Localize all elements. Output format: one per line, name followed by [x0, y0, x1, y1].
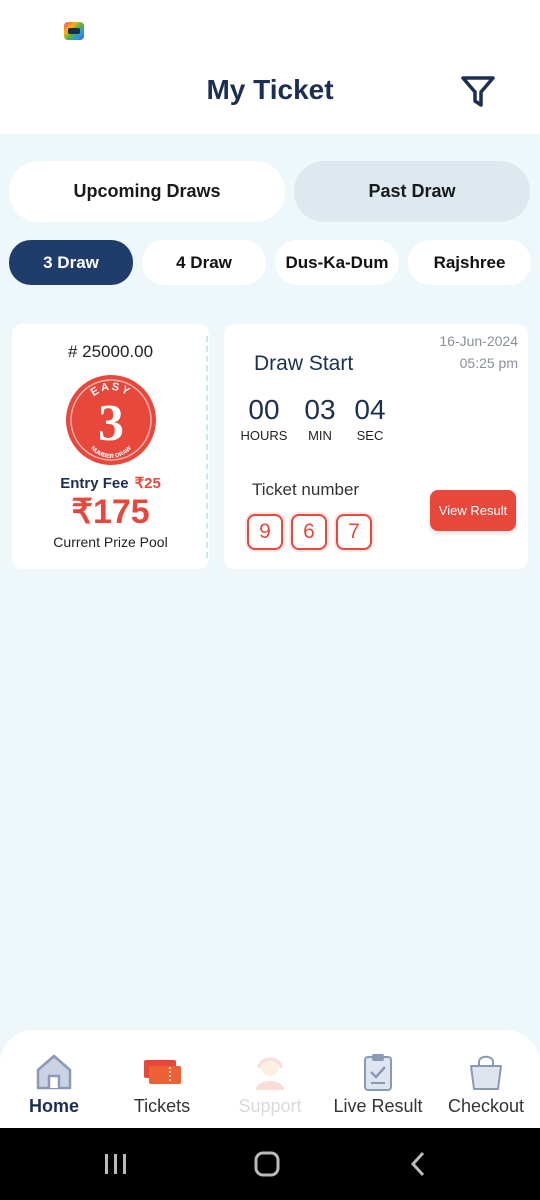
ticket-digit: 6 — [291, 514, 327, 550]
nav-label: Home — [28, 1096, 79, 1116]
nav-checkout[interactable]: Checkout — [432, 1030, 540, 1128]
app-notification-icon — [64, 22, 84, 40]
entry-fee: Entry Fee ₹25 — [12, 474, 209, 492]
nav-live-result[interactable]: Live Result — [324, 1030, 432, 1128]
status-bar — [0, 0, 540, 60]
home-system-button[interactable] — [247, 1148, 287, 1180]
nav-label: Live Result — [333, 1096, 423, 1116]
app-header: My Ticket — [0, 60, 540, 134]
timer-label: SEC — [356, 428, 384, 443]
home-icon — [36, 1054, 72, 1090]
tab-upcoming-draws[interactable]: Upcoming Draws — [9, 161, 285, 222]
ticket-stub: # 25000.00 EASY 3 NUMBER DRAW Entry Fee ₹… — [12, 324, 209, 569]
nav-home[interactable]: Home — [0, 1030, 108, 1128]
recent-apps-button[interactable] — [96, 1148, 136, 1180]
timer-label: HOURS — [240, 428, 288, 443]
view-result-button[interactable]: View Result — [430, 490, 516, 531]
prize-id: # 25000.00 — [67, 342, 154, 361]
easy-3-logo: EASY 3 NUMBER DRAW — [66, 375, 156, 465]
back-button[interactable] — [398, 1148, 438, 1180]
timer-seconds: 04 SEC — [340, 394, 400, 443]
nav-tickets[interactable]: Tickets — [108, 1030, 216, 1128]
chip-rajshree[interactable]: Rajshree — [408, 240, 531, 285]
logo-digit: 3 — [98, 395, 124, 452]
nav-support[interactable]: Support — [216, 1030, 324, 1128]
ticket-details: 16-Jun-2024 05:25 pm Draw Start 00 HOURS… — [224, 324, 528, 569]
ticket-digit: 9 — [247, 514, 283, 550]
nav-label: Support — [238, 1096, 302, 1116]
ticket-number-label: Ticket number — [252, 480, 360, 499]
chip-3-draw[interactable]: 3 Draw — [9, 240, 133, 285]
ticket-digit: 7 — [336, 514, 372, 550]
draw-time: 05:25 pm — [459, 355, 518, 371]
draw-start-label: Draw Start — [254, 352, 354, 375]
entry-fee-amount: ₹25 — [134, 475, 161, 492]
draw-datetime: 16-Jun-2024 05:25 pm — [439, 330, 518, 374]
ticket-perforation — [206, 336, 208, 558]
chip-dus-ka-dum[interactable]: Dus-Ka-Dum — [275, 240, 399, 285]
nav-label: Checkout — [447, 1096, 525, 1116]
nav-label: Tickets — [133, 1096, 191, 1116]
chip-4-draw[interactable]: 4 Draw — [142, 240, 266, 285]
timer-value: 04 — [354, 394, 386, 425]
tab-past-draw[interactable]: Past Draw — [294, 161, 530, 222]
draw-date: 16-Jun-2024 — [439, 333, 518, 349]
tickets-icon — [144, 1060, 181, 1084]
filter-icon — [461, 76, 495, 107]
recent-apps-icon — [105, 1154, 126, 1174]
filter-button[interactable] — [456, 70, 500, 114]
timer-hours: 00 HOURS — [234, 394, 294, 443]
bottom-nav: Home Tickets Support Live Result Checkou… — [0, 1030, 540, 1128]
system-nav-bar — [0, 1128, 540, 1200]
back-chevron-icon — [410, 1151, 425, 1177]
timer-value: 00 — [248, 394, 280, 425]
shopping-bag-icon — [470, 1055, 502, 1090]
clipboard-icon — [364, 1054, 392, 1091]
entry-fee-label: Entry Fee — [60, 475, 129, 492]
prize-amount: ₹175 — [71, 493, 150, 531]
home-circle-icon — [254, 1151, 280, 1177]
prize-pool-label: Current Prize Pool — [53, 534, 168, 550]
support-icon — [256, 1057, 284, 1090]
